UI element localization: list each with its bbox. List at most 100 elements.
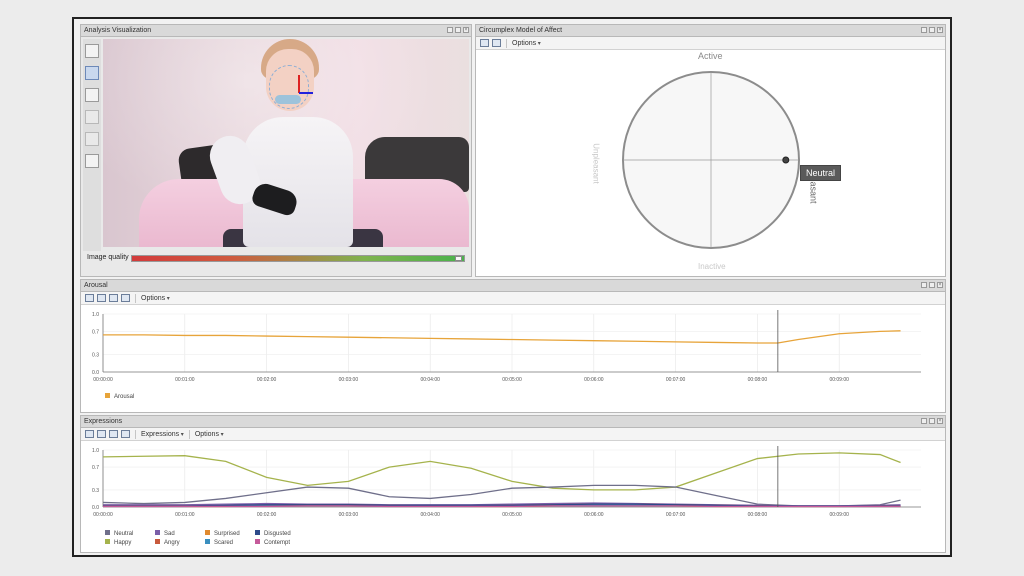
copy-icon[interactable] xyxy=(97,294,106,302)
expressions-toolbar: Expressions Options xyxy=(81,428,945,441)
series-line-contempt xyxy=(103,505,901,508)
dock-icon[interactable] xyxy=(921,418,927,424)
legend-swatch xyxy=(255,539,260,544)
dock-icon[interactable] xyxy=(921,27,927,33)
x-tick-label: 00:09:00 xyxy=(829,377,849,383)
x-tick-label: 00:03:00 xyxy=(339,377,359,383)
float-icon[interactable] xyxy=(929,418,935,424)
x-tick-label: 00:04:00 xyxy=(420,377,440,383)
legend-swatch xyxy=(255,530,260,535)
y-tick-label: 0.3 xyxy=(92,488,99,494)
copy-icon[interactable] xyxy=(97,430,106,438)
x-tick-label: 00:05:00 xyxy=(502,377,522,383)
y-tick-label: 1.0 xyxy=(92,448,99,454)
y-tick-label: 1.0 xyxy=(92,312,99,318)
legend-label: Scared xyxy=(214,540,233,546)
float-icon[interactable] xyxy=(455,27,461,33)
circumplex-toolbar: Options xyxy=(476,37,945,50)
zoom-in-icon[interactable] xyxy=(109,294,118,302)
legend-label: Sad xyxy=(164,531,175,537)
x-tick-label: 00:06:00 xyxy=(584,512,604,518)
legend-swatch xyxy=(155,539,160,544)
x-tick-label: 00:02:00 xyxy=(257,512,277,518)
x-tick-label: 00:06:00 xyxy=(584,377,604,383)
legend-swatch xyxy=(205,530,210,535)
arousal-toolbar: Options xyxy=(81,292,945,305)
circumplex-panel: Circumplex Model of Affect × Options Act… xyxy=(475,24,946,277)
options-menu[interactable]: Options xyxy=(195,431,224,438)
image-quality-marker xyxy=(454,256,462,261)
x-tick-label: 00:07:00 xyxy=(666,377,686,383)
y-tick-label: 0.7 xyxy=(92,465,99,471)
expressions-title-text: Expressions xyxy=(84,418,123,425)
x-tick-label: 00:00:00 xyxy=(93,377,113,383)
image-quality-bar xyxy=(131,255,465,262)
x-tick-label: 00:03:00 xyxy=(339,512,359,518)
arousal-panel: Arousal × Options 00:00:00 00:01:00 00:02:… xyxy=(80,279,946,413)
legend-swatch xyxy=(105,530,110,535)
legend-label: Neutral xyxy=(114,531,133,537)
x-tick-label: 00:09:00 xyxy=(829,512,849,518)
legend-swatch xyxy=(105,539,110,544)
image-quality-label: Image quality xyxy=(87,254,129,261)
save-icon[interactable] xyxy=(480,39,489,47)
y-tick-label: 0.7 xyxy=(92,329,99,335)
x-tick-label: 00:05:00 xyxy=(502,512,522,518)
face-box-icon[interactable] xyxy=(85,66,99,80)
close-icon[interactable]: × xyxy=(937,418,943,424)
head-pose-axis xyxy=(298,75,300,93)
float-icon[interactable] xyxy=(929,282,935,288)
zoom-out-icon[interactable] xyxy=(121,430,130,438)
circumplex-title-text: Circumplex Model of Affect xyxy=(479,27,563,34)
face-mesh-icon[interactable] xyxy=(85,88,99,102)
legend-label: Contempt xyxy=(264,540,290,546)
x-tick-label: 00:02:00 xyxy=(257,377,277,383)
overlay-icon[interactable] xyxy=(85,132,99,146)
affect-point xyxy=(782,156,790,164)
legend-label: Surprised xyxy=(214,531,240,537)
fit-frame-icon[interactable] xyxy=(85,154,99,168)
x-tick-label: 00:01:00 xyxy=(175,512,195,518)
close-icon[interactable]: × xyxy=(937,282,943,288)
x-tick-label: 00:08:00 xyxy=(748,377,768,383)
options-menu[interactable]: Options xyxy=(512,40,541,47)
options-menu[interactable]: Options xyxy=(141,295,170,302)
arousal-panel-title: Arousal × xyxy=(81,280,945,292)
save-icon[interactable] xyxy=(85,430,94,438)
close-icon[interactable]: × xyxy=(937,27,943,33)
head-pose-axis xyxy=(299,92,313,94)
dock-icon[interactable] xyxy=(921,282,927,288)
head-pose-icon[interactable] xyxy=(85,110,99,124)
video-frame xyxy=(103,39,469,247)
expressions-menu[interactable]: Expressions xyxy=(141,431,184,438)
save-icon[interactable] xyxy=(85,294,94,302)
analysis-visualization-panel: Analysis Visualization × Image quality xyxy=(80,24,472,277)
legend-label: Arousal xyxy=(114,394,134,400)
select-tool-icon[interactable] xyxy=(85,44,99,58)
neutral-badge: Neutral xyxy=(800,165,842,181)
zoom-out-icon[interactable] xyxy=(121,294,130,302)
close-icon[interactable]: × xyxy=(463,27,469,33)
dock-icon[interactable] xyxy=(447,27,453,33)
x-tick-label: 00:07:00 xyxy=(666,512,686,518)
legend-label: Angry xyxy=(164,540,180,546)
float-icon[interactable] xyxy=(929,27,935,33)
analysis-title-text: Analysis Visualization xyxy=(84,27,152,34)
y-tick-label: 0.3 xyxy=(92,353,99,359)
x-tick-label: 00:08:00 xyxy=(748,512,768,518)
arousal-title-text: Arousal xyxy=(84,282,108,289)
series-line-arousal xyxy=(103,330,901,344)
application-window: Analysis Visualization × Image quality C… xyxy=(72,17,952,557)
zoom-in-icon[interactable] xyxy=(109,430,118,438)
series-line-neutral xyxy=(102,484,901,507)
circumplex-panel-title: Circumplex Model of Affect × xyxy=(476,25,945,37)
copy-icon[interactable] xyxy=(492,39,501,47)
legend-label: Disgusted xyxy=(264,531,291,537)
x-tick-label: 00:01:00 xyxy=(175,377,195,383)
view-toolbar xyxy=(83,39,101,263)
legend-label: Happy xyxy=(114,540,131,546)
x-tick-label: 00:04:00 xyxy=(420,512,440,518)
legend-swatch xyxy=(155,530,160,535)
expressions-panel-title: Expressions × xyxy=(81,416,945,428)
expressions-panel: Expressions × Expressions Options 00:00:… xyxy=(80,415,946,553)
